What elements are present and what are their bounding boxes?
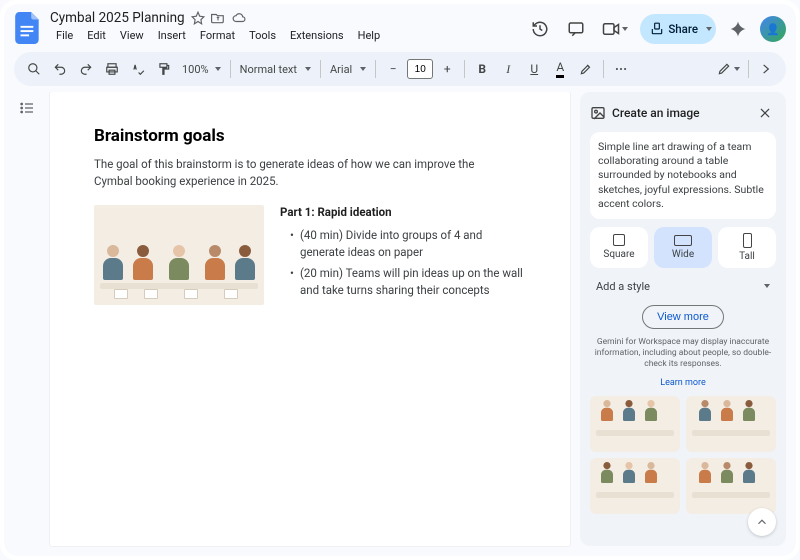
gemini-icon[interactable] — [724, 15, 752, 43]
aspect-tall[interactable]: Tall — [718, 227, 776, 268]
document-title[interactable]: Cymbal 2025 Planning — [50, 10, 185, 26]
result-thumbnail[interactable] — [590, 458, 680, 514]
paint-format-icon[interactable] — [152, 57, 176, 81]
bold-button[interactable]: B — [470, 57, 494, 81]
comments-icon[interactable] — [562, 15, 590, 43]
menu-bar: File Edit View Insert Format Tools Exten… — [50, 27, 518, 44]
print-icon[interactable] — [100, 57, 124, 81]
font-size-increase[interactable]: + — [435, 57, 459, 81]
image-icon — [590, 105, 606, 121]
document-image[interactable] — [94, 205, 264, 305]
more-tools-icon[interactable] — [609, 57, 633, 81]
document-intro[interactable]: The goal of this brainstorm is to genera… — [94, 156, 494, 191]
highlight-button[interactable] — [574, 57, 598, 81]
document-canvas[interactable]: Brainstorm goals The goal of this brains… — [50, 92, 570, 546]
share-label: Share — [668, 22, 698, 36]
cloud-status-icon[interactable] — [231, 11, 247, 25]
docs-logo[interactable] — [14, 10, 42, 46]
font-size-input[interactable] — [407, 59, 433, 79]
bullet-item[interactable]: (40 min) Divide into groups of 4 and gen… — [290, 227, 526, 262]
aspect-wide[interactable]: Wide — [654, 227, 712, 268]
zoom-dropdown[interactable]: 100% — [178, 57, 225, 81]
collapse-panel-icon[interactable] — [754, 57, 778, 81]
outline-toggle-icon[interactable] — [15, 96, 39, 120]
outline-rail — [14, 92, 40, 546]
menu-edit[interactable]: Edit — [81, 27, 112, 44]
share-button[interactable]: Share — [640, 14, 716, 44]
panel-title: Create an image — [612, 106, 748, 120]
section-title[interactable]: Part 1: Rapid ideation — [280, 205, 526, 219]
font-size-decrease[interactable]: − — [381, 57, 405, 81]
font-dropdown[interactable]: Arial — [326, 57, 370, 81]
toolbar: 100% Normal text Arial − + B I U A — [14, 52, 786, 86]
account-avatar[interactable]: 👤 — [760, 16, 786, 42]
create-image-panel: Create an image Simple line art drawing … — [580, 92, 786, 546]
document-heading[interactable]: Brainstorm goals — [94, 126, 526, 146]
redo-icon[interactable] — [74, 57, 98, 81]
menu-file[interactable]: File — [50, 27, 79, 44]
menu-view[interactable]: View — [114, 27, 150, 44]
move-icon[interactable] — [211, 11, 225, 25]
menu-help[interactable]: Help — [352, 27, 387, 44]
menu-extensions[interactable]: Extensions — [284, 27, 350, 44]
menu-insert[interactable]: Insert — [152, 27, 192, 44]
underline-button[interactable]: U — [522, 57, 546, 81]
search-icon[interactable] — [22, 57, 46, 81]
view-more-button[interactable]: View more — [642, 305, 724, 329]
learn-more-link[interactable]: Learn more — [590, 378, 776, 388]
undo-icon[interactable] — [48, 57, 72, 81]
spellcheck-icon[interactable] — [126, 57, 150, 81]
menu-format[interactable]: Format — [194, 27, 241, 44]
close-icon[interactable] — [754, 102, 776, 124]
disclaimer-text: Gemini for Workspace may display inaccur… — [590, 337, 776, 370]
menu-tools[interactable]: Tools — [243, 27, 282, 44]
bullet-item[interactable]: (20 min) Teams will pin ideas up on the … — [290, 265, 526, 300]
text-color-button[interactable]: A — [548, 57, 572, 81]
meet-button[interactable] — [598, 18, 632, 40]
aspect-square[interactable]: Square — [590, 227, 648, 268]
style-dropdown[interactable]: Normal text — [236, 57, 315, 81]
star-icon[interactable] — [191, 11, 205, 25]
app-header: Cymbal 2025 Planning File Edit View Inse… — [4, 4, 796, 46]
result-thumbnail[interactable] — [686, 396, 776, 452]
history-icon[interactable] — [526, 15, 554, 43]
scroll-up-fab[interactable] — [748, 508, 776, 536]
result-thumbnail[interactable] — [590, 396, 680, 452]
prompt-textarea[interactable]: Simple line art drawing of a team collab… — [590, 132, 776, 219]
italic-button[interactable]: I — [496, 57, 520, 81]
style-dropdown[interactable]: Add a style — [590, 276, 776, 297]
result-thumbnail[interactable] — [686, 458, 776, 514]
editing-mode-button[interactable] — [714, 57, 743, 81]
